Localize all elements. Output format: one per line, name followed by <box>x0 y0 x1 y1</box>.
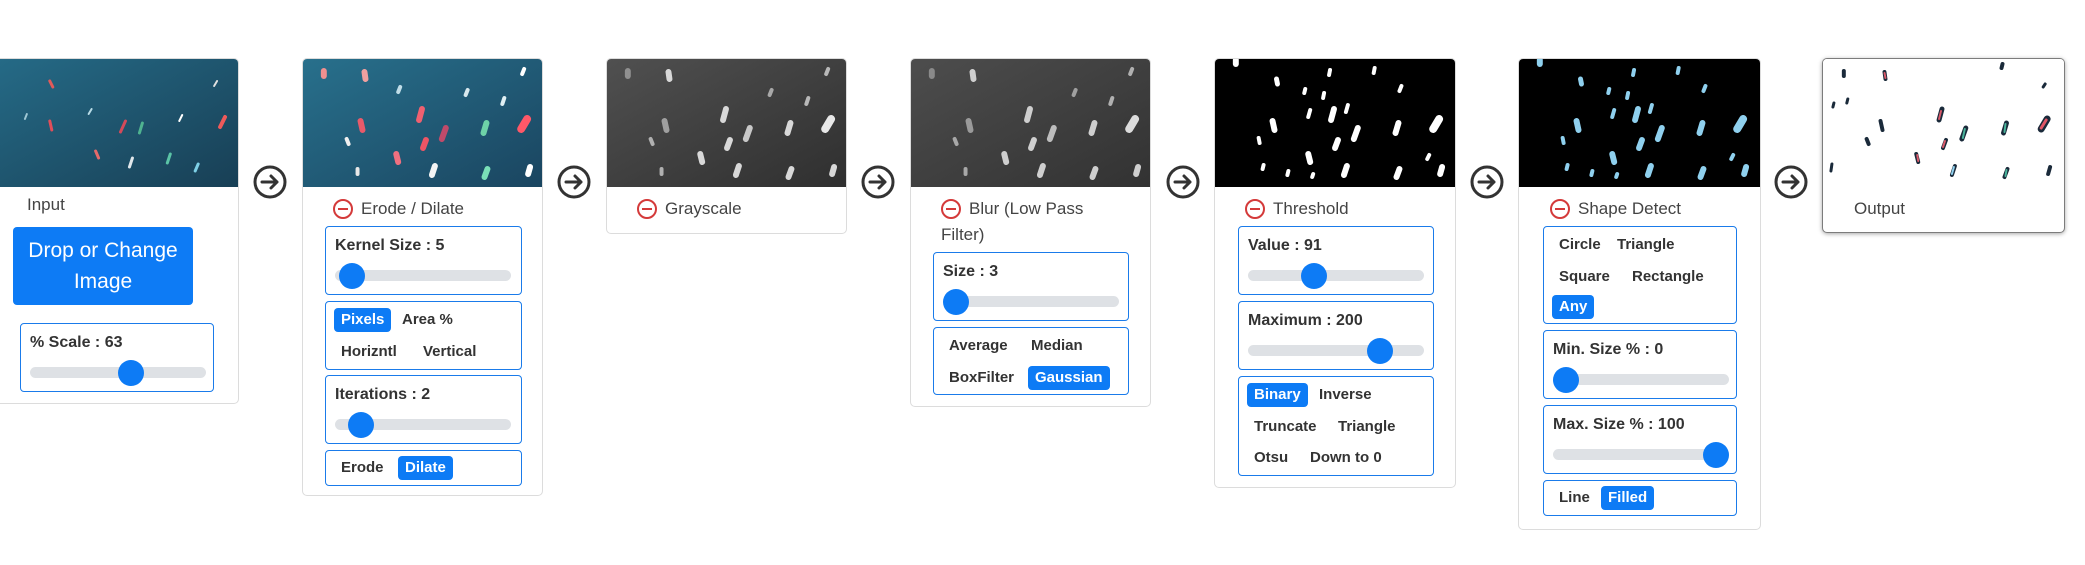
threshold-value-slider-track[interactable] <box>1248 270 1424 281</box>
option-inverse[interactable]: Inverse <box>1312 383 1379 407</box>
output-image <box>1823 59 2064 187</box>
next-step-arrow-icon <box>557 165 591 199</box>
unit-direction-panel: Pixels Area % Horizntl Vertical <box>325 301 522 370</box>
output-card: Output <box>1822 58 2065 233</box>
grayscale-image <box>607 59 846 187</box>
mode-panel: Erode Dilate <box>325 450 522 486</box>
threshold-maximum-slider-track[interactable] <box>1248 345 1424 356</box>
blur-title: Blur (Low Pass Filter) <box>941 199 1084 244</box>
blur-size-panel: Size : 3 <box>933 252 1129 321</box>
next-step-arrow-icon <box>253 165 287 199</box>
shape-detect-card: Shape Detect Circle Triangle Square Rect… <box>1518 58 1761 530</box>
blur-image <box>911 59 1150 187</box>
option-square[interactable]: Square <box>1552 265 1617 289</box>
shape-detect-title: Shape Detect <box>1578 199 1682 218</box>
threshold-card: Threshold Value : 91 Maximum : 200 Binar… <box>1214 58 1456 488</box>
option-erode[interactable]: Erode <box>334 456 391 480</box>
next-step-arrow-icon <box>1774 165 1808 199</box>
remove-step-icon[interactable] <box>333 199 353 219</box>
min-size-slider-handle[interactable] <box>1553 367 1579 393</box>
shape-type-panel: Circle Triangle Square Rectangle Any <box>1543 226 1737 324</box>
iterations-slider-handle[interactable] <box>348 412 374 438</box>
option-median[interactable]: Median <box>1024 334 1090 358</box>
threshold-value-slider-handle[interactable] <box>1301 263 1327 289</box>
threshold-image <box>1215 59 1455 187</box>
option-any[interactable]: Any <box>1552 295 1595 319</box>
option-pixels[interactable]: Pixels <box>334 308 392 332</box>
option-circle[interactable]: Circle <box>1552 233 1608 257</box>
input-title: Input <box>27 195 65 214</box>
erode-dilate-title: Erode / Dilate <box>361 199 464 218</box>
kernel-size-label: Kernel Size : 5 <box>335 237 445 254</box>
input-card: Input Drop or Change Image % Scale : 63 <box>0 58 239 404</box>
option-gaussian[interactable]: Gaussian <box>1028 366 1110 390</box>
option-line[interactable]: Line <box>1552 486 1597 510</box>
threshold-value-panel: Value : 91 <box>1238 226 1434 295</box>
blur-size-slider-track[interactable] <box>943 296 1119 307</box>
iterations-panel: Iterations : 2 <box>325 375 522 444</box>
option-boxfilter[interactable]: BoxFilter <box>942 366 1021 390</box>
scale-label: % Scale : 63 <box>30 334 123 351</box>
min-size-label: Min. Size % : 0 <box>1553 341 1664 358</box>
option-triangle[interactable]: Triangle <box>1331 415 1403 439</box>
remove-step-icon[interactable] <box>637 199 657 219</box>
next-step-arrow-icon <box>1166 165 1200 199</box>
input-image <box>0 59 238 187</box>
option-area-percent[interactable]: Area % <box>395 308 460 332</box>
threshold-value-label: Value : 91 <box>1248 237 1322 254</box>
option-rectangle[interactable]: Rectangle <box>1625 265 1711 289</box>
option-otsu[interactable]: Otsu <box>1247 446 1295 470</box>
threshold-maximum-slider-handle[interactable] <box>1367 338 1393 364</box>
kernel-size-panel: Kernel Size : 5 <box>325 226 522 295</box>
erode-dilate-image <box>303 59 542 187</box>
option-dilate[interactable]: Dilate <box>398 456 453 480</box>
min-size-panel: Min. Size % : 0 <box>1543 330 1737 399</box>
option-filled[interactable]: Filled <box>1601 486 1655 510</box>
next-step-arrow-icon <box>1470 165 1504 199</box>
max-size-label: Max. Size % : 100 <box>1553 416 1685 433</box>
next-step-arrow-icon <box>861 165 895 199</box>
blur-size-label: Size : 3 <box>943 263 999 280</box>
threshold-title: Threshold <box>1273 199 1349 218</box>
option-triangle[interactable]: Triangle <box>1610 233 1682 257</box>
option-average[interactable]: Average <box>942 334 1015 358</box>
threshold-maximum-panel: Maximum : 200 <box>1238 301 1434 370</box>
option-vertical[interactable]: Vertical <box>416 340 483 364</box>
scale-panel: % Scale : 63 <box>20 323 214 392</box>
blur-card: Blur (Low Pass Filter) Size : 3 Average … <box>910 58 1151 407</box>
erode-dilate-card: Erode / Dilate Kernel Size : 5 Pixels Ar… <box>302 58 543 496</box>
blur-method-panel: Average Median BoxFilter Gaussian <box>933 327 1129 395</box>
scale-slider-handle[interactable] <box>118 360 144 386</box>
min-size-slider-track[interactable] <box>1553 374 1729 385</box>
blur-size-slider-handle[interactable] <box>943 289 969 315</box>
threshold-maximum-label: Maximum : 200 <box>1248 312 1363 329</box>
max-size-slider-handle[interactable] <box>1703 442 1729 468</box>
shape-detect-image <box>1519 59 1760 187</box>
grayscale-card: Grayscale <box>606 58 847 234</box>
option-down-to-0[interactable]: Down to 0 <box>1303 446 1389 470</box>
threshold-type-panel: Binary Inverse Truncate Triangle Otsu Do… <box>1238 376 1434 476</box>
grayscale-title: Grayscale <box>665 199 742 218</box>
option-binary[interactable]: Binary <box>1247 383 1308 407</box>
remove-step-icon[interactable] <box>1245 199 1265 219</box>
remove-step-icon[interactable] <box>1550 199 1570 219</box>
fill-mode-panel: Line Filled <box>1543 480 1737 516</box>
drop-change-image-button[interactable]: Drop or Change Image <box>13 227 193 305</box>
max-size-panel: Max. Size % : 100 <box>1543 405 1737 474</box>
kernel-size-slider-handle[interactable] <box>339 263 365 289</box>
iterations-label: Iterations : 2 <box>335 386 431 403</box>
output-title: Output <box>1854 199 1906 218</box>
option-truncate[interactable]: Truncate <box>1247 415 1324 439</box>
option-horizontal[interactable]: Horizntl <box>334 340 404 364</box>
